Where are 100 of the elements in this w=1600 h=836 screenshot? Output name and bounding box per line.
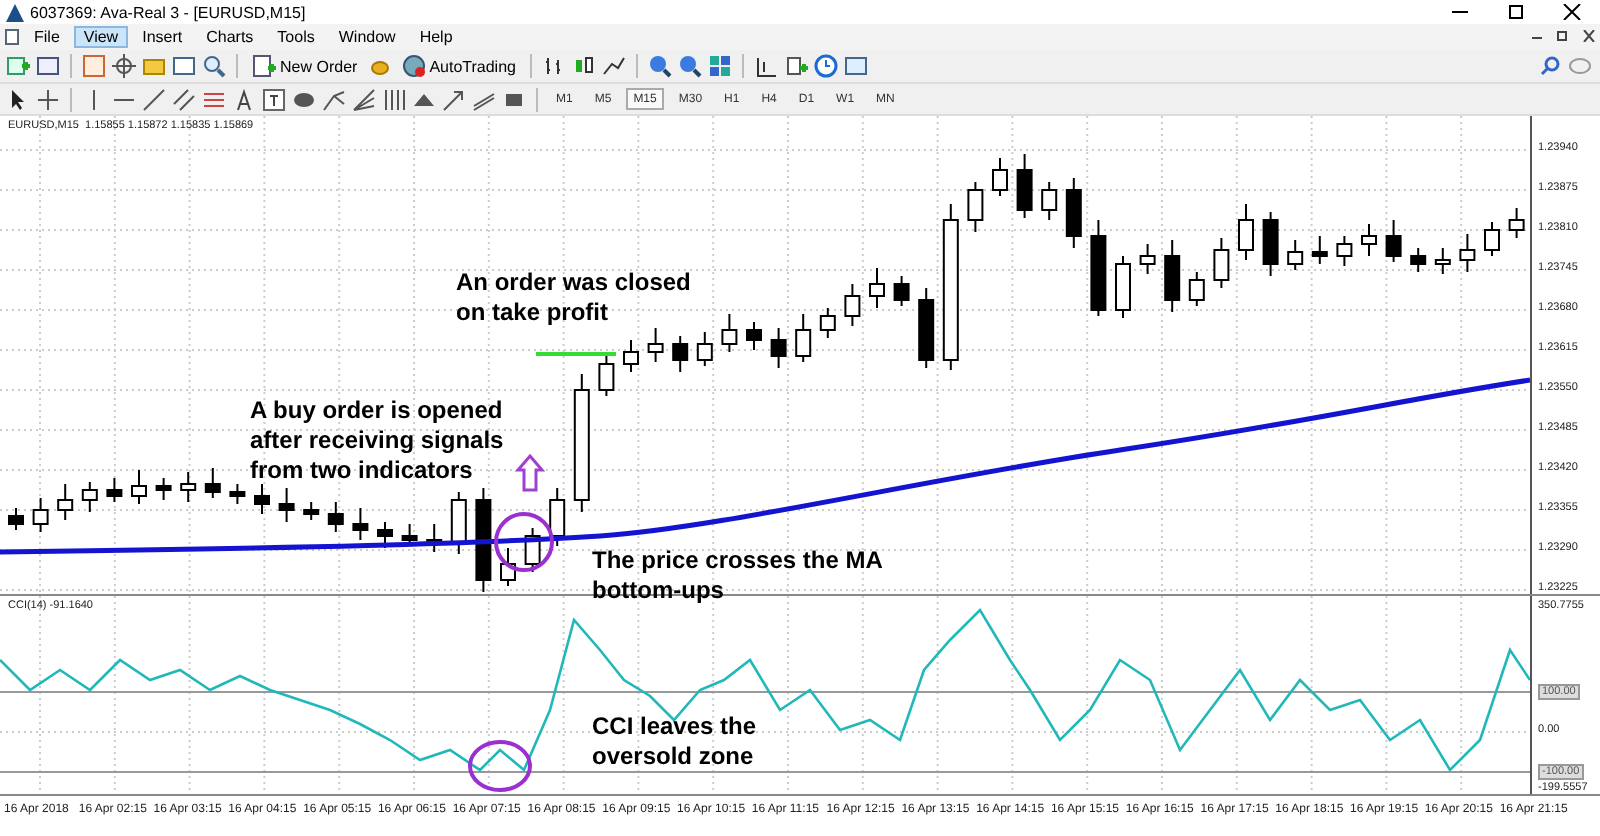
pitchfork-icon[interactable] bbox=[322, 87, 346, 111]
new-order-button[interactable]: New Order bbox=[248, 53, 362, 79]
arrow-icon[interactable] bbox=[442, 87, 466, 111]
text-label-icon[interactable] bbox=[262, 87, 286, 111]
candlestick bbox=[1434, 247, 1451, 275]
candlestick bbox=[1090, 219, 1107, 317]
menu-item[interactable]: View bbox=[73, 26, 129, 48]
candlestick bbox=[770, 327, 787, 369]
close-icon[interactable] bbox=[1562, 4, 1582, 20]
add-chart-icon[interactable] bbox=[6, 54, 30, 78]
menu-item[interactable]: Charts bbox=[196, 26, 264, 48]
menu-item[interactable]: Window bbox=[328, 26, 406, 48]
candlestick bbox=[352, 507, 369, 541]
candlestick bbox=[377, 521, 393, 549]
robot-icon bbox=[401, 54, 426, 78]
autotrading-button[interactable]: AutoTrading bbox=[397, 53, 520, 79]
search-icon[interactable] bbox=[1538, 54, 1562, 78]
candlestick bbox=[426, 523, 443, 553]
menu-item[interactable]: Insert bbox=[132, 26, 193, 48]
trendline-icon[interactable] bbox=[142, 87, 166, 111]
candlestick bbox=[844, 283, 861, 327]
candlestick bbox=[1164, 239, 1181, 313]
candlestick bbox=[106, 477, 123, 503]
crosshair-icon[interactable] bbox=[36, 87, 60, 111]
candlestick bbox=[893, 275, 910, 307]
candlestick bbox=[1188, 271, 1205, 307]
candlestick bbox=[795, 313, 812, 363]
candlestick bbox=[598, 355, 615, 397]
zoom-out-icon[interactable] bbox=[677, 54, 702, 78]
indicator-icon[interactable] bbox=[783, 54, 808, 78]
candlestick bbox=[278, 487, 295, 523]
candlestick bbox=[967, 181, 984, 233]
highlight-circle bbox=[494, 512, 554, 572]
candlestick bbox=[8, 507, 24, 531]
regression-icon[interactable] bbox=[472, 87, 496, 111]
candlestick-icon[interactable] bbox=[571, 54, 596, 78]
restore-icon[interactable] bbox=[1506, 4, 1526, 20]
candlestick bbox=[327, 501, 344, 533]
candlestick bbox=[1459, 233, 1476, 273]
clock-icon[interactable] bbox=[813, 54, 838, 78]
candlestick bbox=[1287, 239, 1304, 271]
window-title: 6037369: Ava-Real 3 - [EURUSD,M15] bbox=[30, 3, 308, 21]
cycle-lines-icon[interactable] bbox=[382, 87, 406, 111]
menu-item[interactable]: File bbox=[24, 26, 70, 48]
cursor-icon[interactable] bbox=[6, 87, 30, 111]
chart-window-icon[interactable] bbox=[82, 54, 106, 78]
fibonacci-icon[interactable] bbox=[202, 87, 226, 111]
chart-shift-icon[interactable] bbox=[753, 54, 778, 78]
candlestick bbox=[1336, 235, 1353, 267]
menu-item[interactable]: Help bbox=[409, 26, 463, 48]
window-icon[interactable] bbox=[172, 54, 196, 78]
candlestick bbox=[1410, 247, 1427, 273]
candlestick bbox=[401, 523, 418, 547]
text-icon[interactable] bbox=[232, 87, 256, 111]
candlestick bbox=[992, 157, 1008, 197]
candlestick bbox=[918, 287, 935, 369]
candlestick bbox=[204, 467, 221, 499]
candlestick bbox=[1213, 237, 1230, 289]
candlestick bbox=[57, 483, 74, 521]
template-icon[interactable] bbox=[843, 54, 868, 78]
candlestick bbox=[524, 527, 541, 573]
annotation-text: The price crosses the MA bottom-ups bbox=[592, 546, 883, 606]
annotation-text: CCI leaves the oversold zone bbox=[592, 712, 757, 772]
window-icon[interactable] bbox=[36, 54, 60, 78]
candlestick bbox=[81, 481, 98, 513]
zoom-icon[interactable] bbox=[202, 54, 226, 78]
bar-chart-icon[interactable] bbox=[541, 54, 566, 78]
restore-icon[interactable] bbox=[1555, 30, 1570, 42]
channel-icon[interactable] bbox=[172, 87, 196, 111]
candlestick bbox=[1016, 153, 1033, 219]
take-profit-line bbox=[536, 352, 616, 356]
candlestick bbox=[254, 483, 270, 515]
up-arrow-icon bbox=[514, 453, 546, 492]
candlestick bbox=[32, 497, 49, 533]
close-icon[interactable] bbox=[1582, 30, 1596, 42]
tile-icon[interactable] bbox=[707, 54, 732, 78]
candlestick bbox=[647, 327, 664, 363]
candlestick bbox=[1385, 219, 1402, 263]
highlight-circle bbox=[468, 740, 532, 792]
candlestick bbox=[303, 501, 320, 521]
candlestick bbox=[475, 487, 492, 593]
candlestick bbox=[1484, 221, 1500, 257]
candlestick bbox=[1508, 207, 1525, 239]
ellipse-icon[interactable] bbox=[292, 87, 316, 111]
new-order-icon bbox=[252, 54, 276, 78]
line-chart-icon[interactable] bbox=[601, 54, 626, 78]
menu-item[interactable]: Tools bbox=[267, 26, 325, 48]
annotation-text: An order was closed on take profit bbox=[456, 268, 691, 328]
candlestick bbox=[869, 267, 885, 309]
candlestick bbox=[1262, 211, 1279, 277]
candlestick bbox=[623, 339, 639, 373]
gann-fan-icon[interactable] bbox=[352, 87, 376, 111]
candlestick bbox=[131, 469, 147, 505]
crosshair-icon[interactable] bbox=[112, 54, 136, 78]
candlestick bbox=[819, 307, 836, 339]
candlestick bbox=[549, 487, 566, 547]
zoom-in-icon[interactable] bbox=[647, 54, 672, 78]
candlestick bbox=[450, 491, 467, 555]
candlestick bbox=[1139, 243, 1156, 275]
folder-icon[interactable] bbox=[142, 54, 166, 78]
